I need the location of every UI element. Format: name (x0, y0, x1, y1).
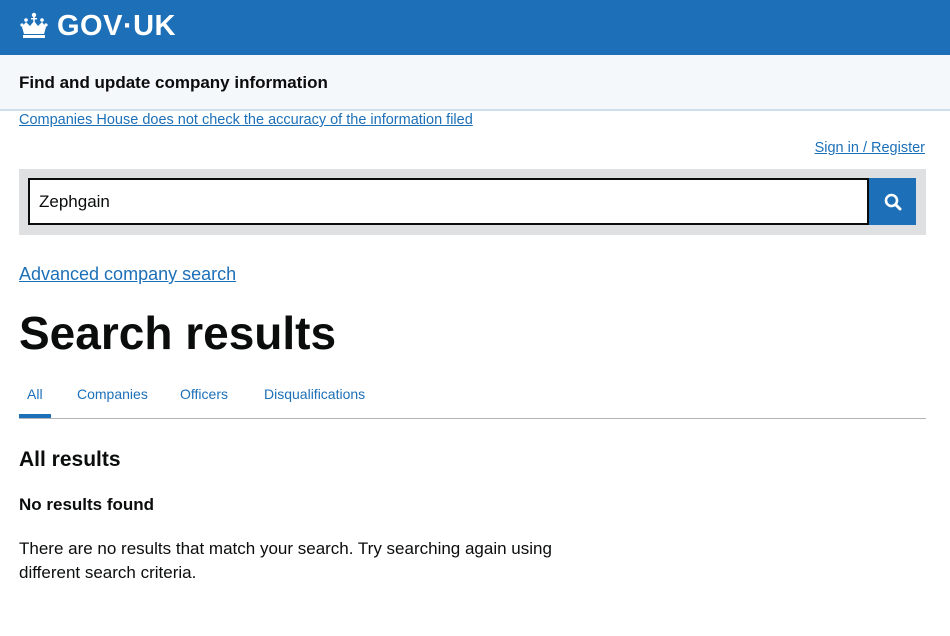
all-results-heading: All results (19, 448, 121, 471)
accuracy-notice-link[interactable]: Companies House does not check the accur… (19, 112, 473, 128)
service-name: Find and update company information (19, 73, 328, 92)
tab-all-active-indicator: All (19, 383, 51, 418)
sign-in-register-link[interactable]: Sign in / Register (815, 140, 925, 156)
service-bar: Find and update company information (0, 55, 950, 111)
govuk-header: GOV·UK (0, 0, 950, 55)
no-results-heading: No results found (19, 495, 155, 514)
crown-icon (20, 12, 48, 38)
tab-officers[interactable]: Officers (180, 386, 228, 402)
tab-companies[interactable]: Companies (77, 386, 148, 402)
tab-all[interactable]: All (27, 386, 43, 402)
no-results-message: There are no results that match your sea… (19, 539, 552, 582)
search-panel (19, 169, 926, 235)
govuk-logo-link[interactable]: GOV·UK (19, 8, 176, 44)
search-icon (884, 193, 901, 210)
advanced-search-link[interactable]: Advanced company search (19, 264, 236, 285)
logo-text: GOV·UK (57, 9, 176, 42)
tab-disqualifications[interactable]: Disqualifications (264, 386, 365, 402)
search-button[interactable] (869, 178, 916, 225)
search-input[interactable] (28, 178, 869, 225)
results-tabs: All Companies Officers Disqualifications (19, 383, 926, 419)
page-title: Search results (19, 307, 337, 359)
